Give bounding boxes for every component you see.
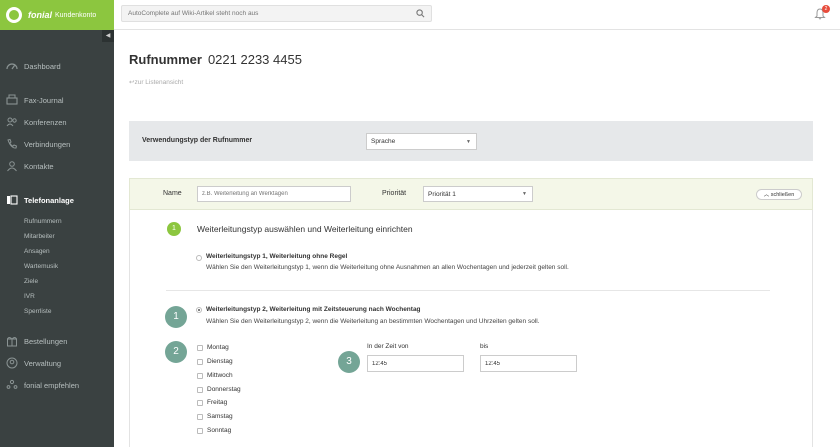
sidebar-item-label: Konferenzen bbox=[24, 117, 67, 127]
sidebar-item-label: Bestellungen bbox=[24, 336, 68, 346]
close-label: schließen bbox=[770, 192, 795, 198]
time-to-input[interactable] bbox=[480, 355, 577, 372]
forwarding-type-1-description: Wählen Sie den Weiterleitungstyp 1, wenn… bbox=[206, 264, 569, 271]
checkbox-samstag[interactable] bbox=[197, 414, 203, 420]
sidebar-subitem-ivr[interactable]: IVR bbox=[24, 293, 35, 300]
usage-type-panel: Verwendungstyp der Rufnummer Sprache ▼ bbox=[129, 121, 813, 161]
brand[interactable]: fonial Kundenkonto bbox=[0, 0, 114, 30]
sidebar-subitem-wartemusik[interactable]: Wartemusik bbox=[24, 263, 58, 270]
share-icon bbox=[6, 379, 18, 389]
divider bbox=[166, 290, 770, 291]
phone-icon bbox=[7, 138, 18, 149]
search-input[interactable] bbox=[128, 10, 408, 17]
brand-name: fonial bbox=[28, 10, 52, 20]
sidebar-item-dashboard[interactable]: Dashboard bbox=[0, 57, 114, 75]
chevron-up-icon: ︿ bbox=[763, 192, 770, 198]
back-to-list-link[interactable]: ↩zur Listenansicht bbox=[129, 78, 183, 86]
phone-number: 0221 2233 4455 bbox=[207, 52, 302, 67]
step-badge-1: 1 bbox=[165, 306, 187, 328]
day-label-montag: Montag bbox=[207, 344, 229, 351]
main-content: Rufnummer 0221 2233 4455 ↩zur Listenansic… bbox=[114, 30, 840, 447]
checkbox-mittwoch[interactable] bbox=[197, 373, 203, 379]
back-link-label: zur Listenansicht bbox=[134, 79, 184, 86]
sidebar-item-fonial-empfehlen[interactable]: fonial empfehlen bbox=[0, 376, 114, 394]
sidebar-item-verbindungen[interactable]: Verbindungen bbox=[0, 135, 114, 153]
day-label-donnerstag: Donnerstag bbox=[207, 386, 241, 393]
sidebar-item-fax-journal[interactable]: Fax-Journal bbox=[0, 91, 114, 109]
search-icon[interactable] bbox=[416, 9, 425, 18]
rule-name-label: Name bbox=[163, 190, 182, 197]
section-step-badge: 1 bbox=[167, 222, 181, 236]
usage-type-select[interactable]: Sprache ▼ bbox=[366, 133, 477, 150]
day-label-mittwoch: Mittwoch bbox=[207, 372, 233, 379]
day-label-sonntag: Sonntag bbox=[207, 427, 232, 434]
sidebar-item-label: Dashboard bbox=[24, 61, 61, 71]
checkbox-dienstag[interactable] bbox=[197, 359, 203, 365]
dashboard-icon bbox=[6, 63, 18, 70]
fax-icon bbox=[6, 94, 18, 105]
close-rule-button[interactable]: ︿ schließen bbox=[756, 189, 802, 200]
priority-value: Priorität 1 bbox=[428, 190, 456, 198]
sidebar-subitem-mitarbeiter[interactable]: Mitarbeiter bbox=[24, 233, 55, 240]
sidebar: ◀ Dashboard Fax-Journal Konferenzen Verb… bbox=[0, 30, 114, 447]
sidebar-item-konferenzen[interactable]: Konferenzen bbox=[0, 113, 114, 131]
checkbox-sonntag[interactable] bbox=[197, 428, 203, 434]
priority-select[interactable]: Priorität 1 ▼ bbox=[423, 186, 533, 202]
step-badge-2: 2 bbox=[165, 341, 187, 363]
forwarding-type-1-title: Weiterleitungstyp 1, Weiterleitung ohne … bbox=[206, 253, 348, 260]
time-from-input[interactable] bbox=[367, 355, 464, 372]
checkbox-montag[interactable] bbox=[197, 345, 203, 351]
contacts-icon bbox=[7, 161, 17, 172]
sidebar-item-telefonanlage[interactable]: Telefonanlage bbox=[0, 191, 114, 209]
search-bar[interactable] bbox=[121, 5, 432, 22]
rule-header: Name Priorität Priorität 1 ▼ ︿ schließen bbox=[129, 178, 813, 210]
brand-subtitle: Kundenkonto bbox=[55, 11, 97, 19]
time-to-label: bis bbox=[480, 343, 489, 350]
collapse-sidebar-button[interactable]: ◀ bbox=[102, 30, 114, 42]
forwarding-type-2-description: Wählen Sie den Weiterleitungstyp 2, wenn… bbox=[206, 318, 540, 325]
time-from-label: In der Zeit von bbox=[367, 343, 409, 350]
day-label-freitag: Freitag bbox=[207, 399, 228, 406]
sidebar-item-bestellungen[interactable]: Bestellungen bbox=[0, 332, 114, 350]
fonial-logo-icon bbox=[6, 7, 22, 23]
sidebar-item-label: Telefonanlage bbox=[24, 195, 74, 205]
user-icon bbox=[6, 357, 18, 369]
page-title-label: Rufnummer bbox=[129, 52, 202, 67]
orders-icon bbox=[7, 337, 17, 347]
sidebar-item-verwaltung[interactable]: Verwaltung bbox=[0, 354, 114, 372]
forwarding-type-2-title: Weiterleitungstyp 2, Weiterleitung mit Z… bbox=[206, 306, 421, 313]
sidebar-item-kontakte[interactable]: Kontakte bbox=[0, 157, 114, 175]
notification-badge: 2 bbox=[822, 5, 830, 13]
telephone-system-icon bbox=[7, 195, 18, 205]
sidebar-item-label: Fax-Journal bbox=[24, 95, 64, 105]
priority-label: Priorität bbox=[382, 190, 407, 197]
conference-icon bbox=[6, 117, 17, 127]
rule-body: 1 Weiterleitungstyp auswählen und Weiter… bbox=[129, 210, 813, 447]
sidebar-subitem-rufnummern[interactable]: Rufnummern bbox=[24, 218, 62, 225]
forwarding-type-1-radio[interactable] bbox=[196, 255, 202, 261]
sidebar-item-label: Verwaltung bbox=[24, 358, 62, 368]
checkbox-freitag[interactable] bbox=[197, 400, 203, 406]
forwarding-type-2-radio[interactable] bbox=[196, 307, 202, 313]
chevron-down-icon: ▼ bbox=[466, 138, 471, 145]
checkbox-donnerstag[interactable] bbox=[197, 387, 203, 393]
sidebar-subitem-ansagen[interactable]: Ansagen bbox=[24, 248, 50, 255]
day-label-samstag: Samstag bbox=[207, 413, 233, 420]
rule-name-input[interactable] bbox=[197, 186, 351, 202]
sidebar-item-label: fonial empfehlen bbox=[24, 380, 80, 390]
chevron-down-icon: ▼ bbox=[522, 191, 527, 197]
sidebar-subitem-ziele[interactable]: Ziele bbox=[24, 278, 38, 285]
day-label-dienstag: Dienstag bbox=[207, 358, 233, 365]
page-title: Rufnummer 0221 2233 4455 bbox=[129, 52, 302, 67]
step-badge-3: 3 bbox=[338, 351, 360, 373]
sidebar-item-label: Kontakte bbox=[24, 161, 54, 171]
usage-type-value: Sprache bbox=[371, 138, 396, 145]
sidebar-item-label: Verbindungen bbox=[24, 139, 71, 149]
top-bar: fonial Kundenkonto 2 bbox=[0, 0, 840, 30]
sidebar-subitem-sperrliste[interactable]: Sperrliste bbox=[24, 308, 51, 315]
usage-type-label: Verwendungstyp der Rufnummer bbox=[142, 137, 253, 144]
section-title: Weiterleitungstyp auswählen und Weiterle… bbox=[197, 224, 413, 234]
